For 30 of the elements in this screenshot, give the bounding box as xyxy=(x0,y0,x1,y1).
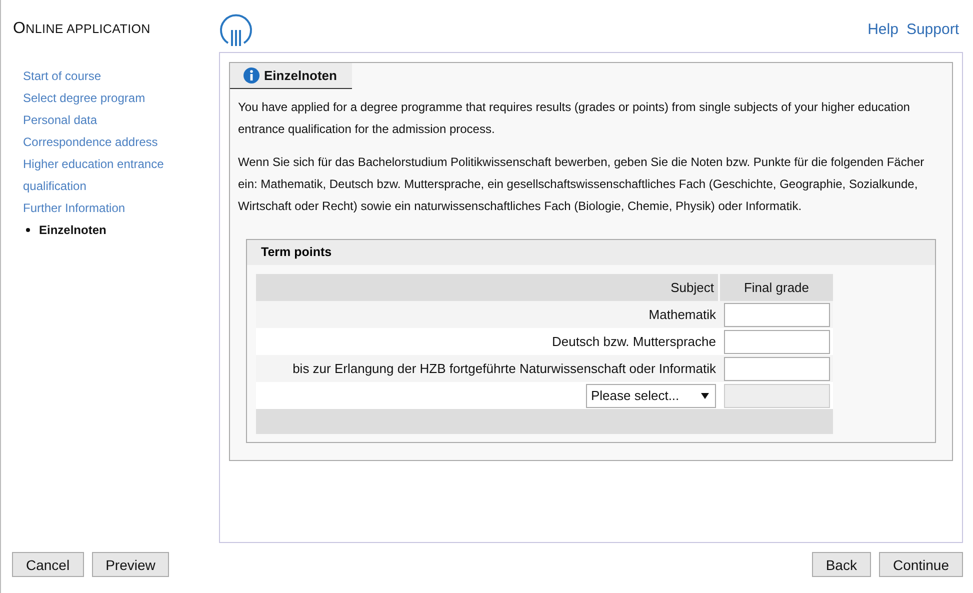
grade-input[interactable] xyxy=(724,356,830,380)
subject-label: Deutsch bzw. Muttersprache xyxy=(552,334,716,349)
subject-label: bis zur Erlangung der HZB fortgeführte Naturwissenschaft oder Informatik xyxy=(292,361,716,376)
header-link[interactable]: Help xyxy=(868,21,898,38)
sidebar-item[interactable]: Select degree program xyxy=(23,87,219,109)
sidebar-item[interactable]: Correspondence address xyxy=(23,131,219,153)
column-header: Subject xyxy=(256,274,720,301)
info-paragraph: You have applied for a degree programme that requires results (grades or points) from single subjects of your higher education entrance qualification for the admission process. xyxy=(238,99,911,138)
sidebar-item[interactable]: Start of course xyxy=(23,65,219,87)
bullet-icon xyxy=(26,228,30,232)
subject-label: Mathematik xyxy=(648,307,716,322)
sidebar-item[interactable]: Higher education entrance qualification xyxy=(23,153,219,197)
section-header: Term points xyxy=(247,240,935,265)
dropdown-caret-icon xyxy=(701,392,709,398)
sidebar-item[interactable]: Einzelnoten xyxy=(39,219,106,241)
logo-icon xyxy=(219,13,253,47)
header-link[interactable]: Support xyxy=(906,21,959,38)
grade-input[interactable] xyxy=(724,330,830,354)
sidebar-item[interactable]: Personal data xyxy=(23,109,219,131)
sidebar-item[interactable]: Further Information xyxy=(23,197,219,219)
info-paragraph: Wenn Sie sich für das Bachelorstudium Politikwissenschaft bewerben, geben Sie die Noten bzw. Punkte für die folgenden Fächer ein: Mathematik, Deutsch bzw. Muttersprache, ein gesellschaftswissenschaftliches Fach (Geschichte, Geographie, Sozialkunde, Wirtschaft oder Recht) sowie ein naturwissenschaftliches Fach (Biologie, Chemie, Physik) oder Informatik. xyxy=(238,154,926,215)
grade-input[interactable] xyxy=(724,302,830,326)
footer-button[interactable]: Back xyxy=(812,552,871,577)
footer-button[interactable]: Preview xyxy=(92,552,170,577)
footer-button[interactable]: Cancel xyxy=(12,552,84,577)
tab[interactable]: Einzelnoten xyxy=(230,63,352,89)
app-title: ONLINE APPLICATION xyxy=(13,20,152,38)
footer-button[interactable]: Continue xyxy=(878,552,963,577)
column-header: Final grade xyxy=(720,274,833,301)
info-icon xyxy=(243,67,260,84)
